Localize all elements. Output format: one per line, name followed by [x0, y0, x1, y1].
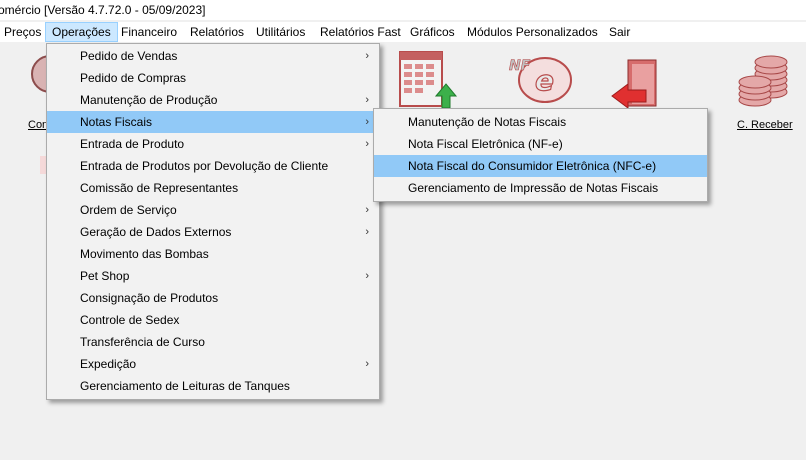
chevron-right-icon: ›	[365, 50, 369, 62]
menu-item-notas-fiscais[interactable]: Notas Fiscais ›	[47, 111, 379, 133]
notas-fiscais-submenu: Manutenção de Notas Fiscais Nota Fiscal …	[373, 108, 708, 202]
window-title: omércio [Versão 4.7.72.0 - 05/09/2023]	[0, 3, 206, 17]
menu-item-pedido-de-compras[interactable]: Pedido de Compras	[47, 67, 379, 89]
menu-item-leituras-de-tanques[interactable]: Gerenciamento de Leituras de Tanques	[47, 375, 379, 397]
menu-item-pet-shop[interactable]: Pet Shop ›	[47, 265, 379, 287]
coins-icon[interactable]	[735, 52, 791, 110]
chevron-right-icon: ›	[365, 138, 369, 150]
menu-graficos[interactable]: Gráficos	[404, 22, 461, 42]
menu-item-pedido-de-vendas[interactable]: Pedido de Vendas ›	[47, 45, 379, 67]
menu-relatorios[interactable]: Relatórios	[184, 22, 250, 42]
menu-item-movimento-das-bombas[interactable]: Movimento das Bombas	[47, 243, 379, 265]
menu-bar: Preços Operações Financeiro Relatórios U…	[0, 22, 806, 42]
svg-text:NF: NF	[509, 58, 531, 74]
menu-modulos-personalizados[interactable]: Módulos Personalizados	[461, 22, 604, 42]
menu-operacoes[interactable]: Operações	[45, 22, 118, 42]
menu-item-expedicao[interactable]: Expedição ›	[47, 353, 379, 375]
menu-item-consignacao-de-produtos[interactable]: Consignação de Produtos	[47, 287, 379, 309]
chevron-right-icon: ›	[365, 116, 369, 128]
nfe-icon[interactable]: NF e	[505, 52, 575, 104]
chevron-right-icon: ›	[365, 204, 369, 216]
toolbar-label-c-receber[interactable]: C. Receber	[737, 119, 793, 131]
submenu-item-nfce[interactable]: Nota Fiscal do Consumidor Eletrônica (NF…	[374, 155, 707, 177]
chevron-right-icon: ›	[365, 270, 369, 282]
chevron-right-icon: ›	[365, 358, 369, 370]
report-icon[interactable]	[398, 50, 458, 108]
submenu-item-gerenciamento-impressao[interactable]: Gerenciamento de Impressão de Notas Fisc…	[374, 177, 707, 199]
menu-item-manutencao-de-producao[interactable]: Manutenção de Produção ›	[47, 89, 379, 111]
menu-relatorios-fast[interactable]: Relatórios Fast	[314, 22, 407, 42]
menu-precos[interactable]: Preços	[0, 22, 47, 42]
operacoes-dropdown: Pedido de Vendas › Pedido de Compras Manu…	[46, 43, 380, 400]
menu-financeiro[interactable]: Financeiro	[115, 22, 183, 42]
menu-item-transferencia-de-curso[interactable]: Transferência de Curso	[47, 331, 379, 353]
menu-item-controle-de-sedex[interactable]: Controle de Sedex	[47, 309, 379, 331]
menu-item-ordem-de-servico[interactable]: Ordem de Serviço ›	[47, 199, 379, 221]
menu-sair[interactable]: Sair	[603, 22, 636, 42]
submenu-item-nfe[interactable]: Nota Fiscal Eletrônica (NF-e)	[374, 133, 707, 155]
chevron-right-icon: ›	[365, 94, 369, 106]
menu-item-entrada-devolucao-cliente[interactable]: Entrada de Produtos por Devolução de Cli…	[47, 155, 379, 177]
menu-item-geracao-dados-externos[interactable]: Geração de Dados Externos ›	[47, 221, 379, 243]
svg-text:e: e	[535, 64, 554, 97]
document-icon[interactable]	[610, 56, 670, 116]
menu-utilitarios[interactable]: Utilitários	[250, 22, 311, 42]
title-bar: omércio [Versão 4.7.72.0 - 05/09/2023]	[0, 0, 806, 20]
menu-item-entrada-de-produto[interactable]: Entrada de Produto ›	[47, 133, 379, 155]
menu-item-comissao-representantes[interactable]: Comissão de Representantes	[47, 177, 379, 199]
chevron-right-icon: ›	[365, 226, 369, 238]
submenu-item-manutencao-notas-fiscais[interactable]: Manutenção de Notas Fiscais	[374, 111, 707, 133]
